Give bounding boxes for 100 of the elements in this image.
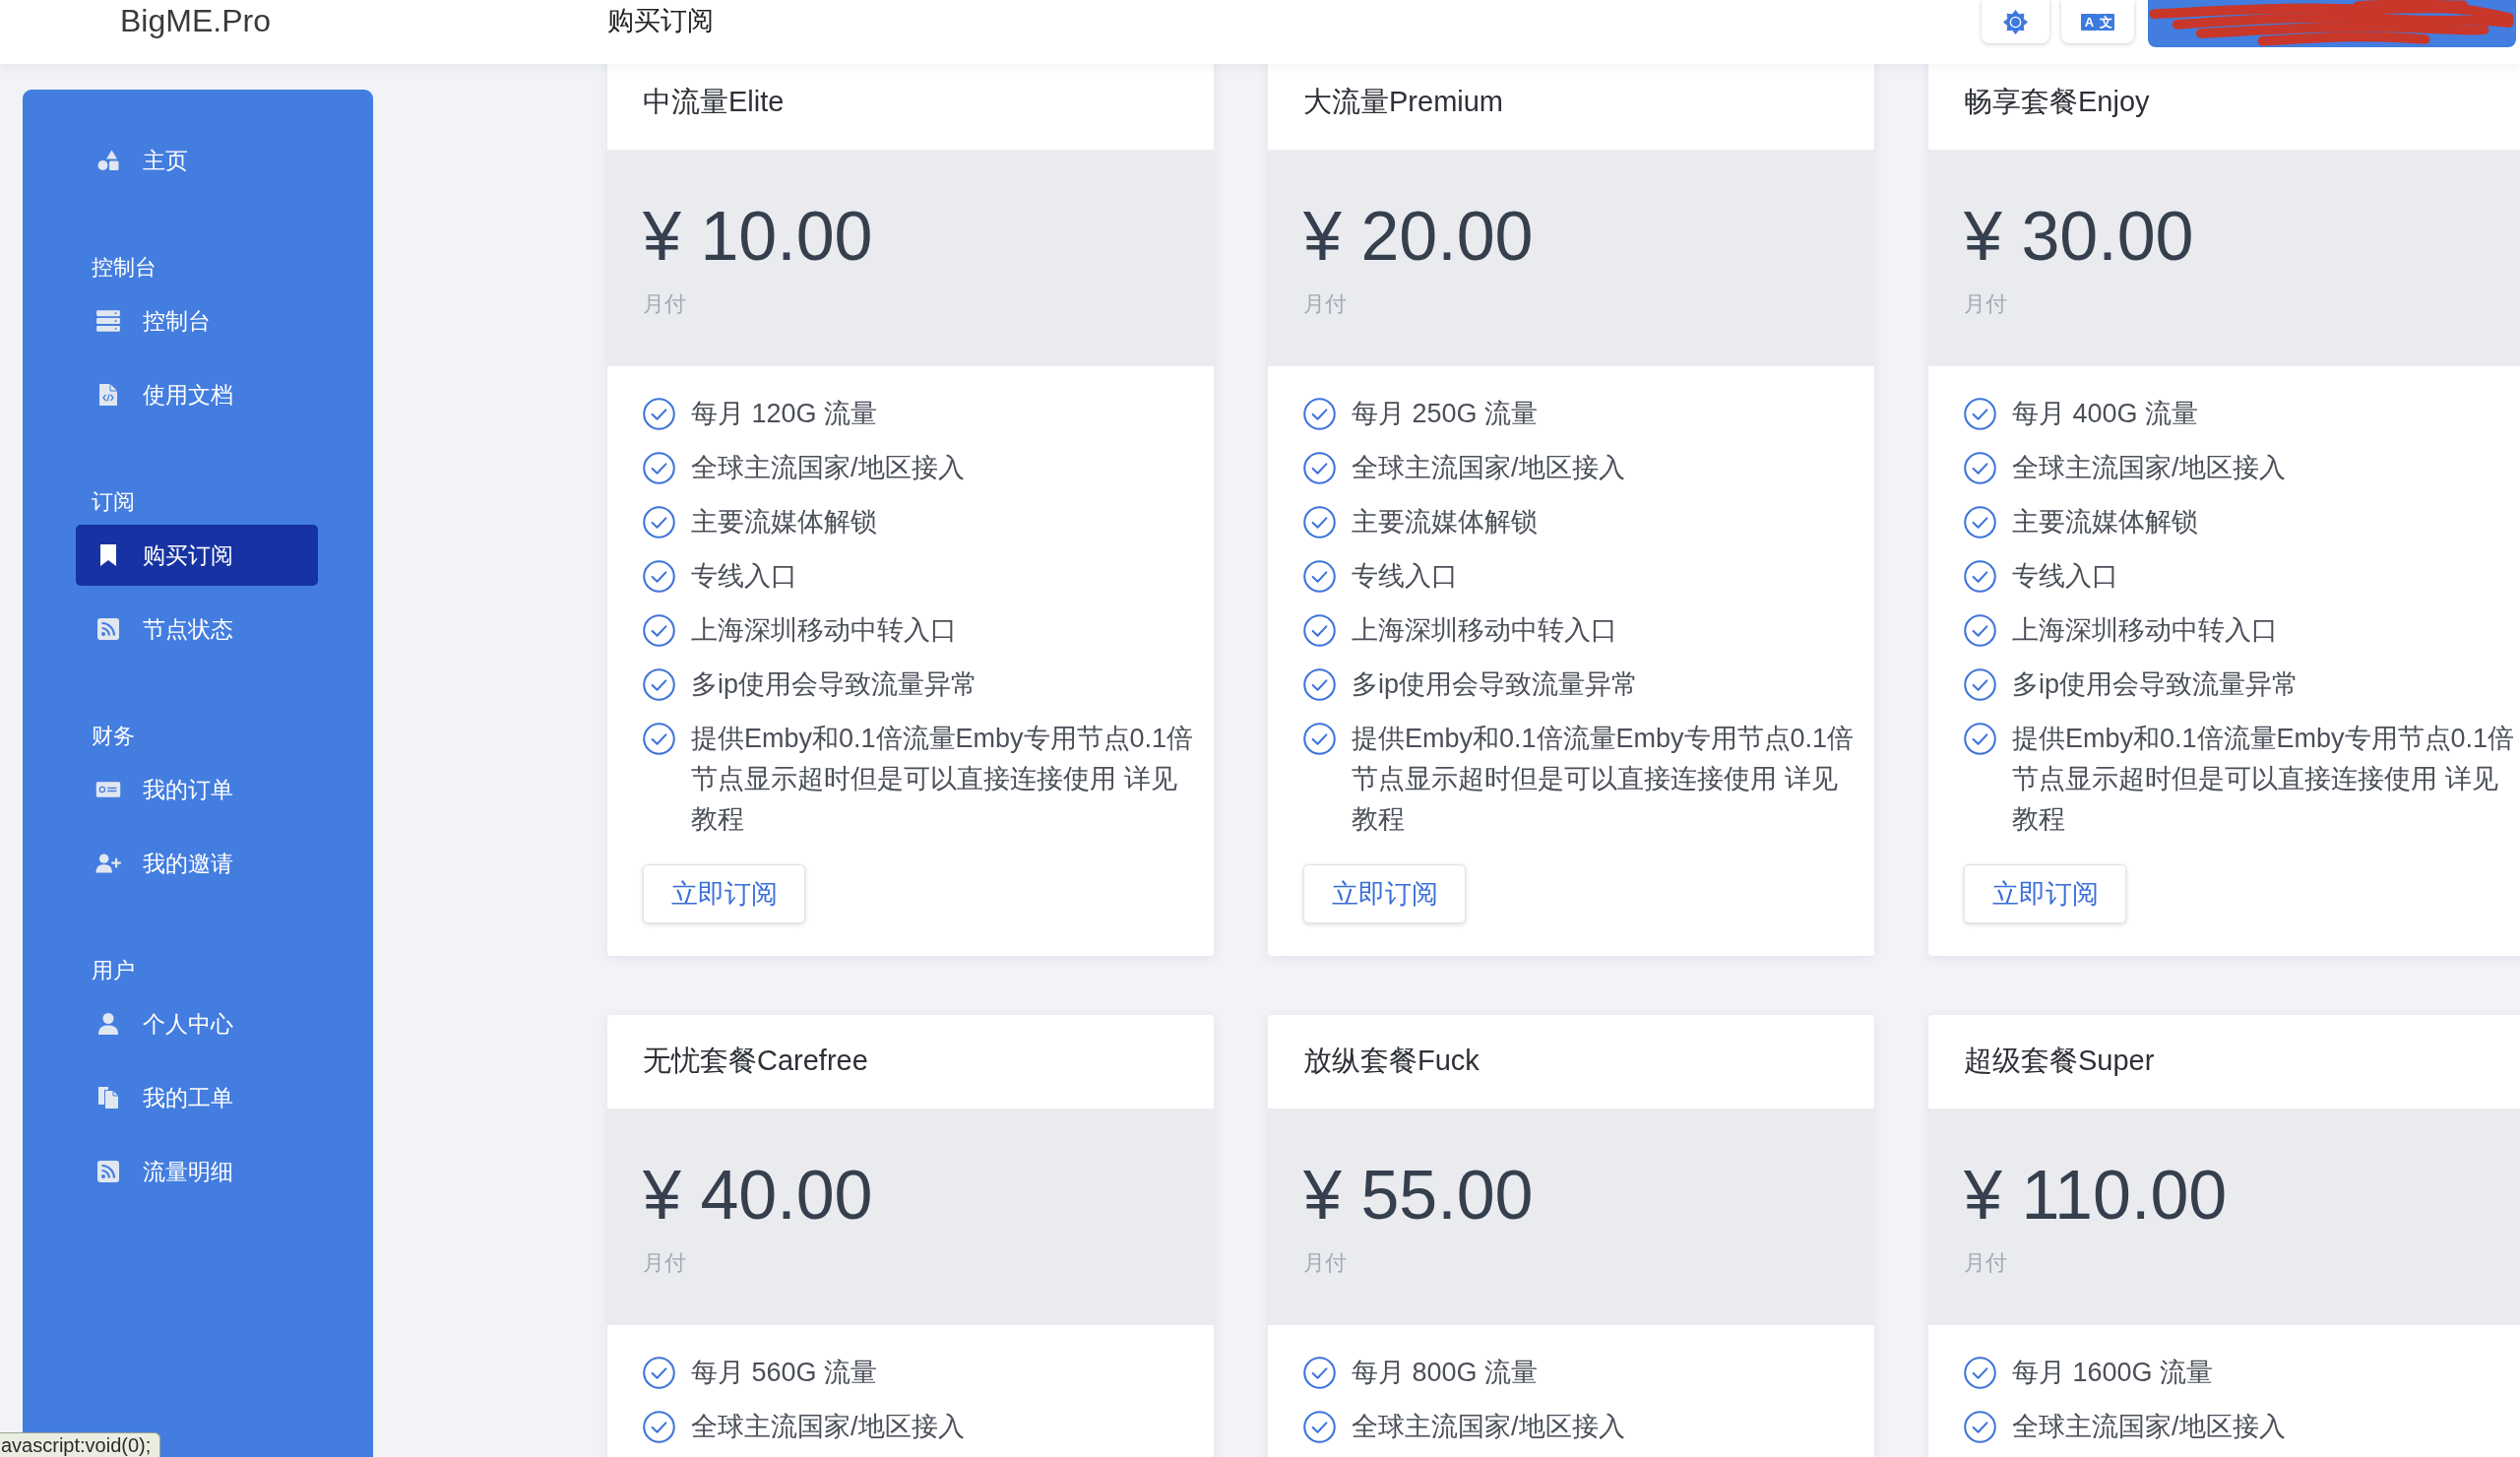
theme-button[interactable] bbox=[1982, 0, 2049, 43]
feature-text: 多ip使用会导致流量异常 bbox=[2012, 668, 2300, 701]
feature-text: 主要流媒体解锁 bbox=[2012, 506, 2199, 538]
translate-button[interactable]: A 文 bbox=[2061, 0, 2134, 43]
feature-text: 全球主流国家/地区接入 bbox=[2012, 1411, 2287, 1443]
billing-period: 月付 bbox=[1964, 290, 2008, 318]
check-icon bbox=[1303, 1411, 1336, 1443]
feature-text: 每月 250G 流量 bbox=[1352, 398, 1540, 430]
nav-item[interactable]: 控制台 bbox=[76, 290, 318, 351]
check-icon bbox=[1964, 560, 1996, 593]
check-icon bbox=[1964, 668, 1996, 701]
plan-title: 畅享套餐Enjoy bbox=[1963, 85, 2151, 119]
feature-text: 上海深圳移动中转入口 bbox=[1352, 614, 1618, 647]
billing-period: 月付 bbox=[643, 1249, 687, 1277]
check-icon bbox=[643, 506, 675, 538]
nav-section-heading: 控制台 bbox=[91, 254, 158, 282]
feature-text: 主要流媒体解锁 bbox=[1352, 506, 1539, 538]
check-icon bbox=[1964, 1411, 1996, 1443]
check-icon bbox=[1303, 452, 1336, 484]
check-icon bbox=[1303, 560, 1336, 593]
feature-text: 每月 400G 流量 bbox=[2012, 398, 2200, 430]
billing-period: 月付 bbox=[643, 290, 687, 318]
price-amount: ¥ 55.00 bbox=[1303, 1156, 1535, 1235]
billing-period: 月付 bbox=[1303, 1249, 1348, 1277]
check-icon bbox=[1303, 723, 1336, 755]
plan-title: 超级套餐Super bbox=[1963, 1044, 2156, 1078]
plan-title: 无忧套餐Carefree bbox=[642, 1044, 869, 1078]
price-amount: ¥ 30.00 bbox=[1964, 197, 2195, 276]
nav-item[interactable]: 我的邀请 bbox=[76, 833, 318, 894]
feature-text: 提供Emby和0.1倍流量Emby专用节点0.1倍节点显示超时但是可以直接连接使用 详见教程 bbox=[691, 723, 1195, 836]
check-icon bbox=[643, 452, 675, 484]
feature-text: 上海深圳移动中转入口 bbox=[691, 614, 958, 647]
nav-item[interactable]: 购买订阅 bbox=[76, 525, 318, 586]
code-file-icon bbox=[98, 383, 118, 407]
nav-item[interactable]: 个人中心 bbox=[76, 993, 318, 1054]
feature-text: 提供Emby和0.1倍流量Emby专用节点0.1倍节点显示超时但是可以直接连接使用 详见教程 bbox=[2012, 723, 2516, 836]
feature-text: 每月 120G 流量 bbox=[691, 398, 879, 430]
scribble-icon bbox=[2149, 0, 2515, 47]
check-icon bbox=[1303, 398, 1336, 430]
check-icon bbox=[643, 1411, 675, 1443]
feature-text: 全球主流国家/地区接入 bbox=[1352, 452, 1626, 484]
nav-item[interactable]: 我的订单 bbox=[76, 759, 318, 820]
nav-item[interactable]: 流量明细 bbox=[76, 1141, 318, 1202]
feature-text: 全球主流国家/地区接入 bbox=[1352, 1411, 1626, 1443]
check-icon bbox=[643, 560, 675, 593]
billing-period: 月付 bbox=[1303, 290, 1348, 318]
sun-icon bbox=[2003, 9, 2028, 34]
feature-text: 专线入口 bbox=[1352, 560, 1459, 593]
check-icon bbox=[1964, 452, 1996, 484]
feature-text: 多ip使用会导致流量异常 bbox=[691, 668, 978, 701]
check-icon bbox=[1964, 398, 1996, 430]
nav-section-heading: 用户 bbox=[91, 957, 136, 984]
feature-text: 多ip使用会导致流量异常 bbox=[1352, 668, 1639, 701]
subscribe-button[interactable]: 立即订阅 bbox=[1303, 864, 1466, 923]
nav-section-heading: 订阅 bbox=[91, 488, 136, 516]
nav-item[interactable]: 主页 bbox=[76, 130, 318, 191]
check-icon bbox=[1303, 1357, 1336, 1389]
check-icon bbox=[643, 398, 675, 430]
plan-title: 中流量Elite bbox=[642, 85, 786, 119]
shapes-icon bbox=[96, 149, 120, 172]
check-icon bbox=[643, 668, 675, 701]
feature-text: 每月 800G 流量 bbox=[1352, 1357, 1540, 1389]
feature-text: 专线入口 bbox=[2012, 560, 2119, 593]
check-icon bbox=[1964, 506, 1996, 538]
check-icon bbox=[643, 1357, 675, 1389]
check-icon bbox=[1964, 614, 1996, 647]
check-icon bbox=[1303, 506, 1336, 538]
page-title: 购买订阅 bbox=[607, 5, 715, 37]
rss-icon bbox=[96, 617, 120, 641]
feature-text: 提供Emby和0.1倍流量Emby专用节点0.1倍节点显示超时但是可以直接连接使用 详见教程 bbox=[1352, 723, 1856, 836]
plan-title: 大流量Premium bbox=[1302, 85, 1504, 119]
price-amount: ¥ 20.00 bbox=[1303, 197, 1535, 276]
price-amount: ¥ 110.00 bbox=[1964, 1156, 2229, 1235]
feature-text: 每月 1600G 流量 bbox=[2012, 1357, 2215, 1389]
price-amount: ¥ 10.00 bbox=[643, 197, 874, 276]
feature-text: 每月 560G 流量 bbox=[691, 1357, 879, 1389]
check-icon bbox=[1303, 668, 1336, 701]
documents-icon bbox=[97, 1086, 119, 1109]
check-icon bbox=[1964, 723, 1996, 755]
rss-icon bbox=[96, 1160, 120, 1183]
bookmark-icon bbox=[99, 543, 117, 567]
price-amount: ¥ 40.00 bbox=[643, 1156, 874, 1235]
server-icon bbox=[95, 309, 121, 333]
plan-title: 放纵套餐Fuck bbox=[1302, 1044, 1480, 1078]
check-icon bbox=[643, 614, 675, 647]
nav-section-heading: 财务 bbox=[91, 723, 136, 750]
subscribe-button[interactable]: 立即订阅 bbox=[1964, 864, 2126, 923]
nav-item[interactable]: 使用文档 bbox=[76, 364, 318, 425]
check-icon bbox=[1964, 1357, 1996, 1389]
check-icon bbox=[1303, 614, 1336, 647]
subscribe-button[interactable]: 立即订阅 bbox=[643, 864, 805, 923]
user-icon bbox=[97, 1012, 119, 1036]
feature-text: 全球主流国家/地区接入 bbox=[2012, 452, 2287, 484]
feature-text: 上海深圳移动中转入口 bbox=[2012, 614, 2279, 647]
nav-item[interactable]: 我的工单 bbox=[76, 1067, 318, 1128]
logo-text[interactable]: BigME.Pro bbox=[120, 0, 607, 41]
feature-text: 全球主流国家/地区接入 bbox=[691, 452, 966, 484]
feature-text: 主要流媒体解锁 bbox=[691, 506, 878, 538]
nav-item[interactable]: 节点状态 bbox=[76, 599, 318, 660]
billing-period: 月付 bbox=[1964, 1249, 2008, 1277]
